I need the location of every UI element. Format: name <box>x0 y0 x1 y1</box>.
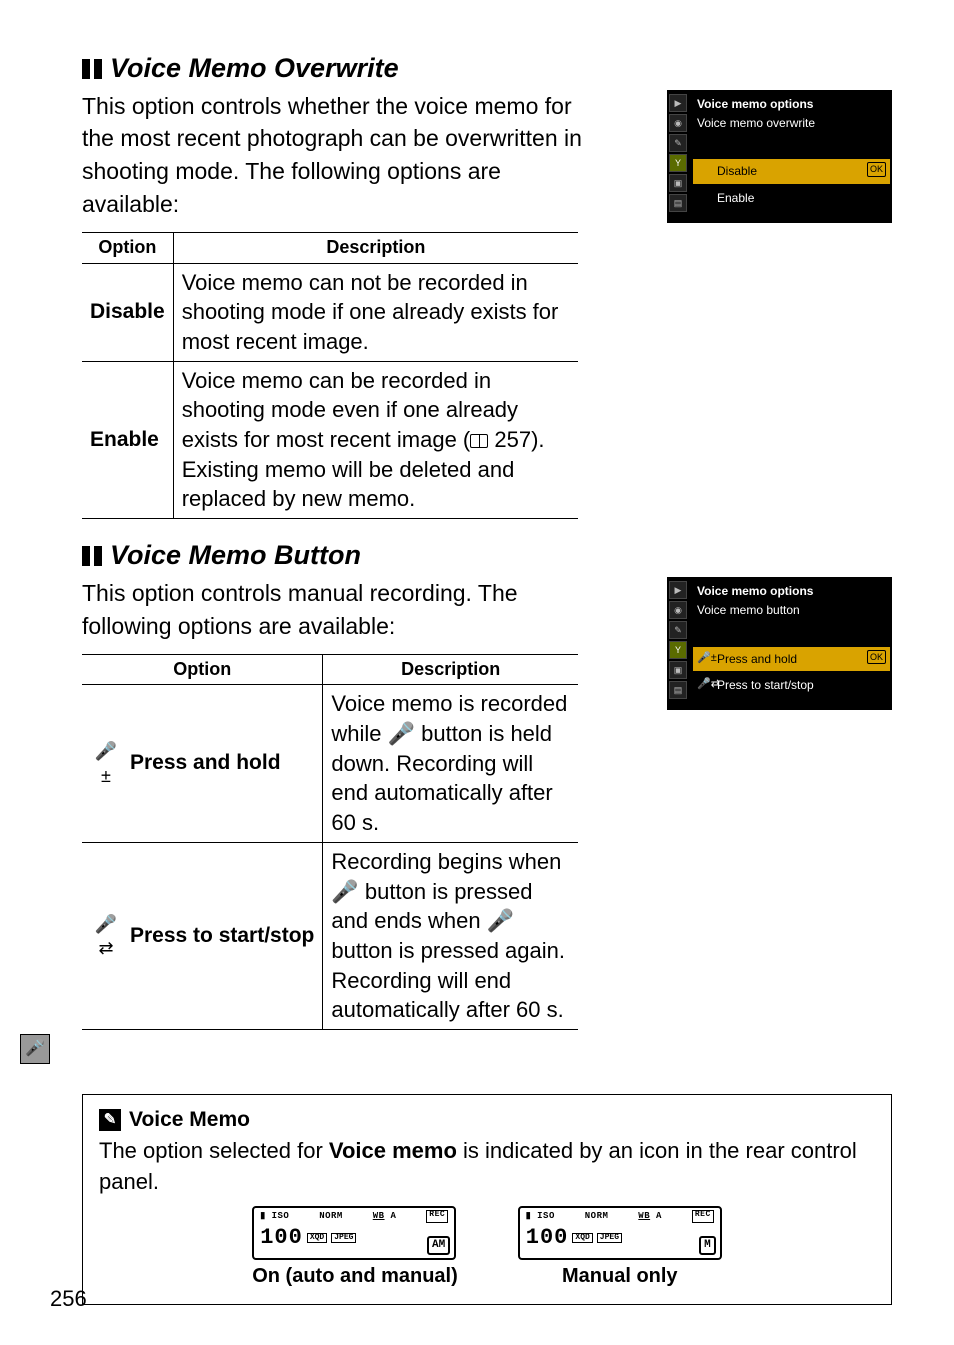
table2-row0-desc: Voice memo is recorded while 🎤 button is… <box>323 685 578 842</box>
heading-bars-icon <box>82 546 102 566</box>
section2-title: Voice Memo Button <box>110 537 361 575</box>
section1-title: Voice Memo Overwrite <box>110 50 399 88</box>
ok-icon: OK <box>867 162 886 177</box>
lcd-left-caption: On (auto and manual) <box>252 1262 458 1290</box>
note-voice-memo: ✎ Voice Memo The option selected for Voi… <box>82 1094 892 1305</box>
side-tab-mic-icon: 🎤 <box>20 1034 50 1064</box>
table2-row0-option: Press and hold <box>122 685 323 842</box>
mic-icon: 🎤 <box>331 879 358 904</box>
pencil-icon: ✎ <box>99 1109 121 1131</box>
screenshot2-title: Voice memo options <box>693 581 890 602</box>
camera-tab-retouch-icon: ▣ <box>669 174 687 192</box>
mic-press-hold-icon: 🎤± <box>697 651 717 666</box>
table1-head-option: Option <box>82 233 173 263</box>
section2-body: This option controls manual recording. T… <box>82 577 592 642</box>
screenshot1-title: Voice memo options <box>693 94 890 115</box>
table-overwrite: Option Description Disable Voice memo ca… <box>82 232 578 519</box>
screenshot2-subtitle: Voice memo button <box>693 602 890 625</box>
page-number: 256 <box>50 1284 87 1315</box>
table2-head-option: Option <box>82 655 323 685</box>
table-button: Option Description 🎤± Press and hold Voi… <box>82 654 578 1030</box>
note-body: The option selected for Voice memo is in… <box>99 1136 875 1198</box>
camera-tab-setup-icon: Y <box>669 641 687 659</box>
camera-tab-pencil-icon: ✎ <box>669 134 687 152</box>
lcd-auto-manual: ▮ ISO NORM WB A REC 100 XQD JPEG AM On (… <box>252 1206 458 1290</box>
camera-tab-playback-icon: ▶ <box>669 94 687 112</box>
lcd-digits: 100 <box>260 1223 303 1254</box>
screenshot1-item-enable: Enable <box>693 186 890 211</box>
table1-row1-option: Enable <box>82 361 173 518</box>
camera-tab-playback-icon: ▶ <box>669 581 687 599</box>
heading-bars-icon <box>82 59 102 79</box>
table2-row0-icon: 🎤± <box>82 685 122 842</box>
lcd-manual-only: ▮ ISO NORM WB A REC 100 XQD JPEG M Manua… <box>518 1206 722 1290</box>
screenshot2-item-press-hold: 🎤± Press and hold OK <box>693 647 890 672</box>
camera-tab-mymenu-icon: ▤ <box>669 194 687 212</box>
note-title: Voice Memo <box>129 1105 250 1134</box>
section1-body: This option controls whether the voice m… <box>82 90 602 221</box>
camera-tab-retouch-icon: ▣ <box>669 661 687 679</box>
camera-tab-mymenu-icon: ▤ <box>669 681 687 699</box>
camera-tab-photo-icon: ◉ <box>669 114 687 132</box>
table1-head-desc: Description <box>173 233 578 263</box>
table1-row0-desc: Voice memo can not be recorded in shooti… <box>173 263 578 361</box>
screenshot2-item-start-stop: 🎤⇄ Press to start/stop <box>693 673 890 698</box>
table2-row1-desc: Recording begins when 🎤 button is presse… <box>323 842 578 1029</box>
camera-tab-photo-icon: ◉ <box>669 601 687 619</box>
lcd-digits: 100 <box>526 1223 569 1254</box>
table1-row1-desc: Voice memo can be recorded in shooting m… <box>173 361 578 518</box>
section1-heading: Voice Memo Overwrite <box>82 50 892 88</box>
screenshot-button: ▶ ◉ ✎ Y ▣ ▤ Voice memo options Voice mem… <box>667 577 892 710</box>
camera-tab-setup-icon: Y <box>669 154 687 172</box>
lcd-mode-m: M <box>699 1236 716 1255</box>
mic-start-stop-icon: 🎤⇄ <box>697 677 720 692</box>
section2-heading: Voice Memo Button <box>82 537 892 575</box>
mic-icon: 🎤 <box>388 721 415 746</box>
book-icon <box>470 434 488 448</box>
lcd-mode-am: AM <box>427 1236 450 1255</box>
camera-tab-pencil-icon: ✎ <box>669 621 687 639</box>
mic-icon: 🎤 <box>487 908 514 933</box>
screenshot1-subtitle: Voice memo overwrite <box>693 115 890 138</box>
table1-row0-option: Disable <box>82 263 173 361</box>
ok-icon: OK <box>867 650 886 665</box>
screenshot-overwrite: ▶ ◉ ✎ Y ▣ ▤ Voice memo options Voice mem… <box>667 90 892 223</box>
lcd-right-caption: Manual only <box>518 1262 722 1290</box>
screenshot1-item-disable: Disable OK <box>693 159 890 184</box>
table2-row1-option: Press to start/​stop <box>122 842 323 1029</box>
table2-head-desc: Description <box>323 655 578 685</box>
table2-row1-icon: 🎤⇄ <box>82 842 122 1029</box>
